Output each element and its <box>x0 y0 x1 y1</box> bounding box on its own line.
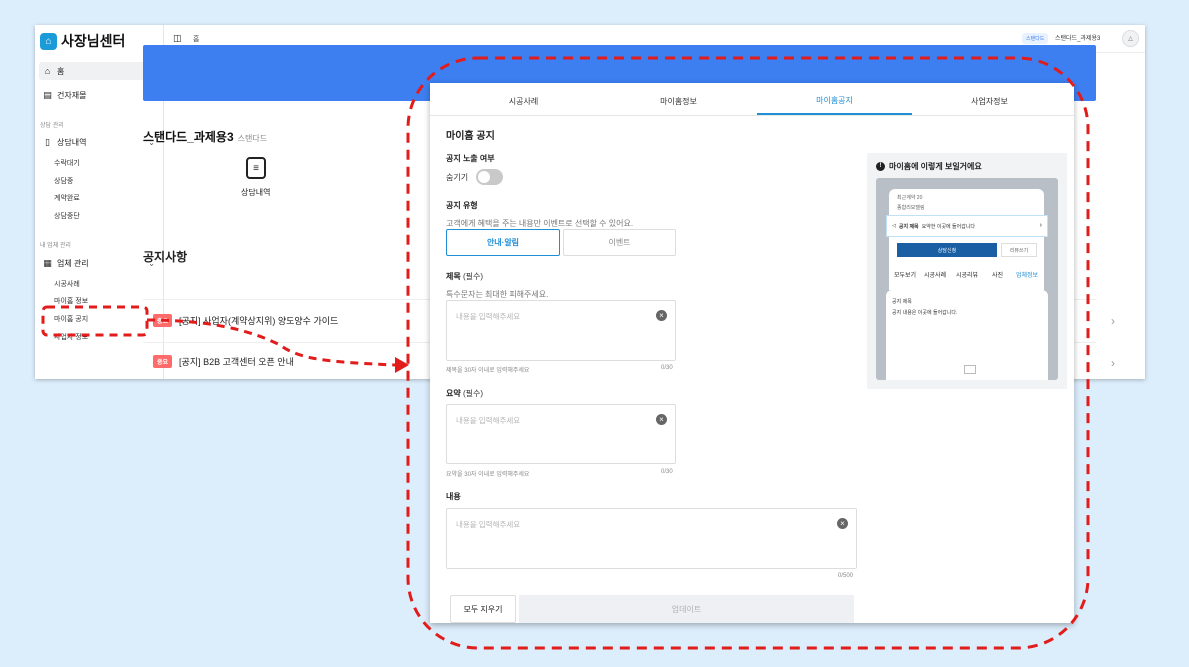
highlight-region <box>406 56 1090 650</box>
annotation-arrow <box>146 318 396 367</box>
highlight-box <box>41 305 149 337</box>
annotation-layer <box>41 56 1090 650</box>
